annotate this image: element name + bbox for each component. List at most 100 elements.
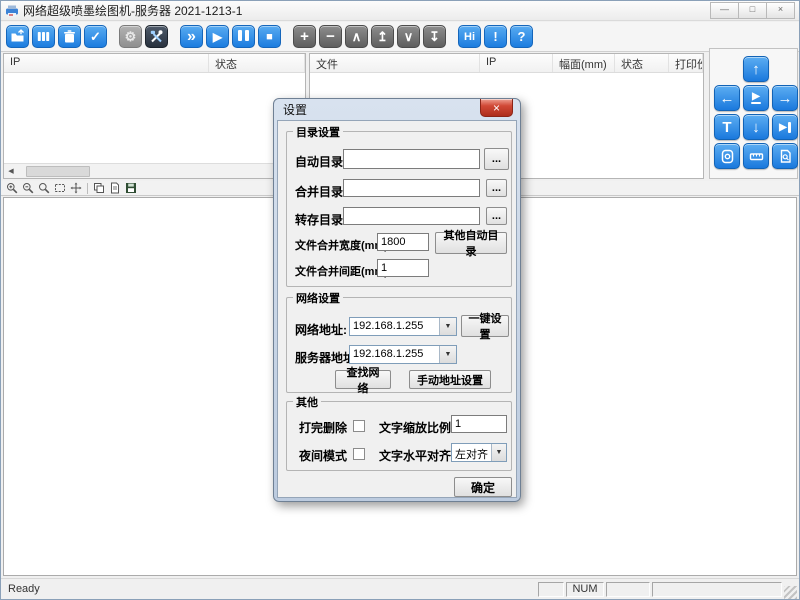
stop-icon: ■ (266, 31, 273, 43)
delete-after-print-label: 打完删除 (299, 419, 347, 436)
page-magnifier-icon (778, 149, 793, 164)
tools-icon (149, 29, 164, 44)
columns-view-button[interactable] (32, 25, 55, 48)
merge-dir-input[interactable] (343, 179, 480, 197)
jog-down-button[interactable]: ↓ (743, 114, 769, 140)
window-title: 网络超级喷墨绘图机-服务器 2021-1213-1 (23, 2, 242, 19)
remove-button[interactable]: − (319, 25, 342, 48)
minimize-button[interactable]: — (710, 2, 739, 19)
status-pane-info (652, 582, 782, 597)
stop-button[interactable]: ■ (258, 25, 281, 48)
pan-button[interactable] (69, 182, 83, 195)
ok-button[interactable]: 确定 (454, 477, 512, 497)
text-tool-button[interactable]: T (714, 114, 740, 140)
jog-left-button[interactable]: ← (714, 85, 740, 111)
feed-start-button[interactable]: ▶ (743, 85, 769, 111)
server-addr-combo[interactable]: 192.168.1.255 ▼ (349, 345, 457, 364)
transfer-dir-input[interactable] (343, 207, 480, 225)
magnifier-icon (38, 182, 50, 194)
auto-dir-input[interactable] (343, 149, 480, 169)
zoom-out-button[interactable] (21, 182, 35, 195)
jog-right-button[interactable]: → (772, 85, 798, 111)
delete-after-print-checkbox[interactable] (353, 420, 365, 432)
arrow-up-icon: ↑ (752, 61, 760, 78)
status-pane-caps (538, 582, 564, 597)
dropdown-arrow-icon[interactable]: ▼ (439, 318, 456, 335)
open-file-button[interactable] (6, 25, 29, 48)
floppy-disk-icon (125, 182, 137, 194)
skip-to-end-button[interactable]: ▶ (772, 114, 798, 140)
column-header-file[interactable]: 文件 (310, 54, 480, 72)
status-bar: Ready NUM (1, 578, 799, 599)
column-header-status[interactable]: 状态 (615, 54, 669, 72)
move-down-button[interactable]: ∨ (397, 25, 420, 48)
text-scale-input[interactable] (451, 415, 507, 433)
dialog-close-button[interactable]: × (480, 99, 513, 117)
text-scale-label: 文字缩放比例 (379, 419, 451, 436)
zoom-in-icon (6, 182, 18, 194)
play-icon: ▶ (752, 92, 760, 101)
column-header-status[interactable]: 状态 (209, 54, 305, 72)
column-header-ip[interactable]: IP (480, 54, 553, 72)
question-icon: ? (518, 29, 526, 44)
columns-icon (36, 29, 51, 44)
arrow-down-icon: ↓ (752, 119, 760, 136)
alert-button[interactable]: ! (484, 25, 507, 48)
dropdown-arrow-icon[interactable]: ▼ (491, 444, 506, 461)
column-header-width[interactable]: 幅面(mm) (553, 54, 615, 72)
dropdown-arrow-icon[interactable]: ▼ (439, 346, 456, 363)
one-key-setup-button[interactable]: 一键设置 (461, 315, 509, 337)
column-header-ip[interactable]: IP (4, 54, 209, 72)
scrollbar-thumb[interactable] (26, 166, 90, 177)
delete-button[interactable] (58, 25, 81, 48)
move-to-bottom-button[interactable]: ↧ (423, 25, 446, 48)
print-preview-button[interactable] (108, 182, 122, 195)
settings-tools-button[interactable] (145, 25, 168, 48)
scroll-left-icon[interactable]: ◀ (4, 167, 18, 175)
close-button[interactable]: × (766, 2, 795, 19)
auto-dir-browse-button[interactable]: ... (484, 148, 509, 170)
transfer-dir-browse-button[interactable]: ... (486, 207, 507, 225)
night-mode-checkbox[interactable] (353, 448, 365, 460)
paper-roll-button[interactable] (714, 143, 740, 169)
settings-gear-button[interactable]: ⚙ (119, 25, 142, 48)
measure-button[interactable] (743, 143, 769, 169)
file-list-header: 文件 IP 幅面(mm) 状态 打印份数 (310, 54, 703, 73)
chevron-up-icon: ∧ (352, 29, 362, 45)
jog-up-button[interactable]: ↑ (743, 56, 769, 82)
merge-width-input[interactable] (377, 233, 429, 251)
confirm-button[interactable]: ✓ (84, 25, 107, 48)
move-up-button[interactable]: ∧ (345, 25, 368, 48)
page-preview-button[interactable] (772, 143, 798, 169)
network-addr-combo[interactable]: 192.168.1.255 ▼ (349, 317, 457, 336)
hi-button[interactable]: Hi (458, 25, 481, 48)
fast-forward-button[interactable]: » (180, 25, 203, 48)
column-header-copies[interactable]: 打印份数 (669, 54, 703, 72)
zoom-in-button[interactable] (5, 182, 19, 195)
status-text: Ready (8, 583, 40, 595)
merge-dir-label: 合并目录 (295, 183, 343, 200)
other-auto-dir-button[interactable]: 其他自动目录 (435, 232, 507, 254)
play-button[interactable]: ▶ (206, 25, 229, 48)
play-icon: ▶ (779, 123, 787, 132)
toolbar-separator (87, 183, 88, 194)
marquee-select-button[interactable] (53, 182, 67, 195)
merge-dir-browse-button[interactable]: ... (486, 179, 507, 197)
group-label: 其他 (293, 394, 321, 410)
add-button[interactable]: + (293, 25, 316, 48)
end-bar-icon (788, 122, 791, 133)
text-align-select[interactable]: 左对齐 ▼ (451, 443, 507, 462)
move-to-top-button[interactable]: ↥ (371, 25, 394, 48)
manual-addr-button[interactable]: 手动地址设置 (409, 370, 491, 389)
pause-button[interactable] (232, 25, 255, 48)
copy-view-button[interactable] (92, 182, 106, 195)
help-button[interactable]: ? (510, 25, 533, 48)
save-button[interactable] (124, 182, 138, 195)
merge-gap-input[interactable] (377, 259, 429, 277)
horizontal-scrollbar[interactable]: ◀ ▶ (4, 163, 305, 178)
resize-grip[interactable] (784, 586, 797, 599)
zoom-fit-button[interactable] (37, 182, 51, 195)
find-network-button[interactable]: 查找网络 (335, 370, 391, 389)
maximize-button[interactable]: □ (738, 2, 767, 19)
exclamation-icon: ! (493, 29, 497, 44)
